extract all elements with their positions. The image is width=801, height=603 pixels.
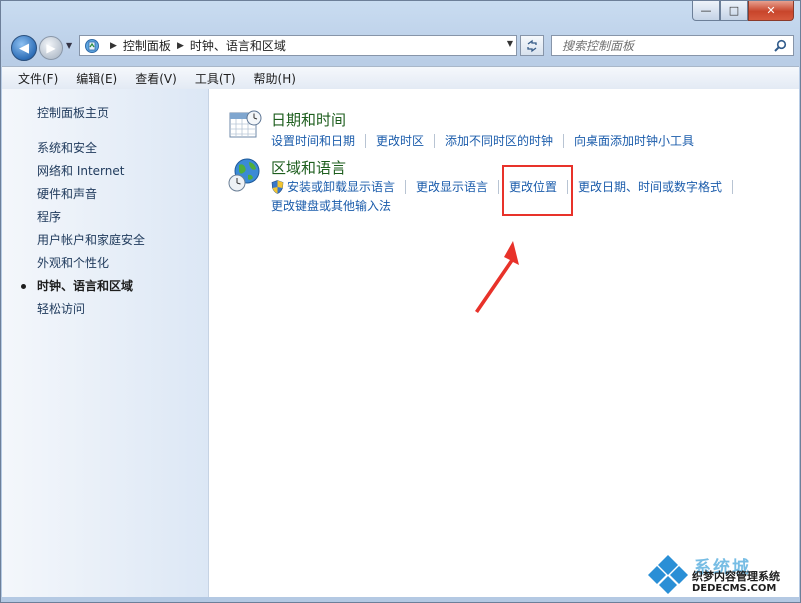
search-box[interactable] xyxy=(551,35,794,56)
link-change-date-time-number-format[interactable]: 更改日期、时间或数字格式 xyxy=(578,178,722,195)
menu-edit[interactable]: 编辑(E) xyxy=(64,70,123,87)
sidebar-item-system-security[interactable]: 系统和安全 xyxy=(37,137,145,160)
link-change-keyboard-input[interactable]: 更改键盘或其他输入法 xyxy=(271,197,391,214)
forward-button[interactable]: ▶ xyxy=(39,36,63,60)
globe-clock-icon xyxy=(228,158,260,192)
shield-icon xyxy=(271,179,284,194)
section-links-date-time: 设置时间和日期 更改时区 添加不同时区的时钟 向桌面添加时钟小工具 xyxy=(271,132,694,149)
link-divider xyxy=(563,133,565,148)
link-divider xyxy=(405,179,407,194)
chevron-right-icon: ▶ xyxy=(110,40,117,51)
close-button[interactable]: ✕ xyxy=(748,1,794,21)
sidebar-item-network-internet[interactable]: 网络和 Internet xyxy=(37,160,145,183)
back-arrow-icon: ◀ xyxy=(19,40,29,56)
chevron-down-icon[interactable]: ▼ xyxy=(507,39,513,48)
menu-tools[interactable]: 工具(T) xyxy=(183,70,242,87)
link-install-display-language[interactable]: 安装或卸载显示语言 xyxy=(287,178,395,195)
chevron-right-icon: ▶ xyxy=(176,40,184,51)
watermark-domain: DEDECMS.COM xyxy=(692,583,777,594)
address-bar[interactable]: ▶ 控制面板 ▶ 时钟、语言和区域 ▼ xyxy=(79,35,517,56)
main-content: 日期和时间 设置时间和日期 更改时区 添加不同时区的时钟 向桌面添加时钟小工具 xyxy=(209,89,799,597)
link-divider xyxy=(498,179,500,194)
maximize-button[interactable]: □ xyxy=(720,1,748,21)
control-panel-icon xyxy=(85,38,99,53)
sidebar-item-clock-language-region[interactable]: 时钟、语言和区域 xyxy=(20,275,145,298)
sidebar: 控制面板主页 系统和安全 网络和 Internet 硬件和声音 程序 用户帐户和… xyxy=(2,89,209,597)
back-button[interactable]: ◀ xyxy=(11,35,37,61)
menu-help[interactable]: 帮助(H) xyxy=(242,70,302,87)
minimize-button[interactable]: — xyxy=(692,1,720,21)
link-change-display-language[interactable]: 更改显示语言 xyxy=(416,178,488,195)
link-set-time-date[interactable]: 设置时间和日期 xyxy=(271,132,355,149)
forward-arrow-icon: ▶ xyxy=(46,41,56,55)
navigation-bar: ◀ ▶ ▼ ▶ 控制面板 ▶ 时钟、语言和区域 ▼ xyxy=(1,29,800,63)
menu-file[interactable]: 文件(F) xyxy=(2,70,64,87)
link-divider xyxy=(434,133,436,148)
section-links-region-language-row2: 更改键盘或其他输入法 xyxy=(271,197,391,214)
sidebar-home-link[interactable]: 控制面板主页 xyxy=(37,104,109,121)
recent-pages-dropdown[interactable]: ▼ xyxy=(66,41,72,50)
menu-bar: 文件(F) 编辑(E) 查看(V) 工具(T) 帮助(H) xyxy=(2,66,799,90)
section-title-date-time[interactable]: 日期和时间 xyxy=(271,109,346,130)
search-input[interactable] xyxy=(560,37,764,54)
control-panel-window: — □ ✕ ◀ ▶ ▼ ▶ 控制面板 ▶ 时钟、语言和区域 ▼ 搜索控制面板 文… xyxy=(0,0,801,603)
refresh-icon xyxy=(527,39,537,52)
calendar-clock-icon xyxy=(229,110,262,138)
sidebar-item-programs[interactable]: 程序 xyxy=(37,206,145,229)
breadcrumb-clock-language-region[interactable]: 时钟、语言和区域 xyxy=(190,37,286,54)
breadcrumb-control-panel[interactable]: 控制面板 xyxy=(123,37,171,54)
sidebar-category-list: 系统和安全 网络和 Internet 硬件和声音 程序 用户帐户和家庭安全 外观… xyxy=(20,137,145,321)
refresh-button[interactable] xyxy=(520,35,544,56)
watermark-cms-name: 织梦内容管理系统 xyxy=(692,570,780,583)
menu-view[interactable]: 查看(V) xyxy=(123,70,183,87)
annotation-highlight-box xyxy=(502,165,573,216)
section-title-region-language[interactable]: 区域和语言 xyxy=(271,157,346,178)
sidebar-item-hardware-sound[interactable]: 硬件和声音 xyxy=(37,183,145,206)
link-add-clocks[interactable]: 添加不同时区的时钟 xyxy=(445,132,553,149)
watermark: 系统城 织梦内容管理系统 DEDECMS.COM xyxy=(646,553,796,601)
sidebar-item-appearance[interactable]: 外观和个性化 xyxy=(37,252,145,275)
annotation-arrow xyxy=(475,241,519,313)
link-divider xyxy=(732,179,734,194)
caption-buttons: — □ ✕ xyxy=(692,1,794,21)
sidebar-item-ease-of-access[interactable]: 轻松访问 xyxy=(37,298,145,321)
link-add-clock-gadget[interactable]: 向桌面添加时钟小工具 xyxy=(574,132,694,149)
link-change-timezone[interactable]: 更改时区 xyxy=(376,132,424,149)
windows-logo-icon xyxy=(648,555,688,594)
sidebar-item-user-accounts[interactable]: 用户帐户和家庭安全 xyxy=(37,229,145,252)
link-divider xyxy=(365,133,367,148)
search-icon[interactable] xyxy=(773,39,787,53)
